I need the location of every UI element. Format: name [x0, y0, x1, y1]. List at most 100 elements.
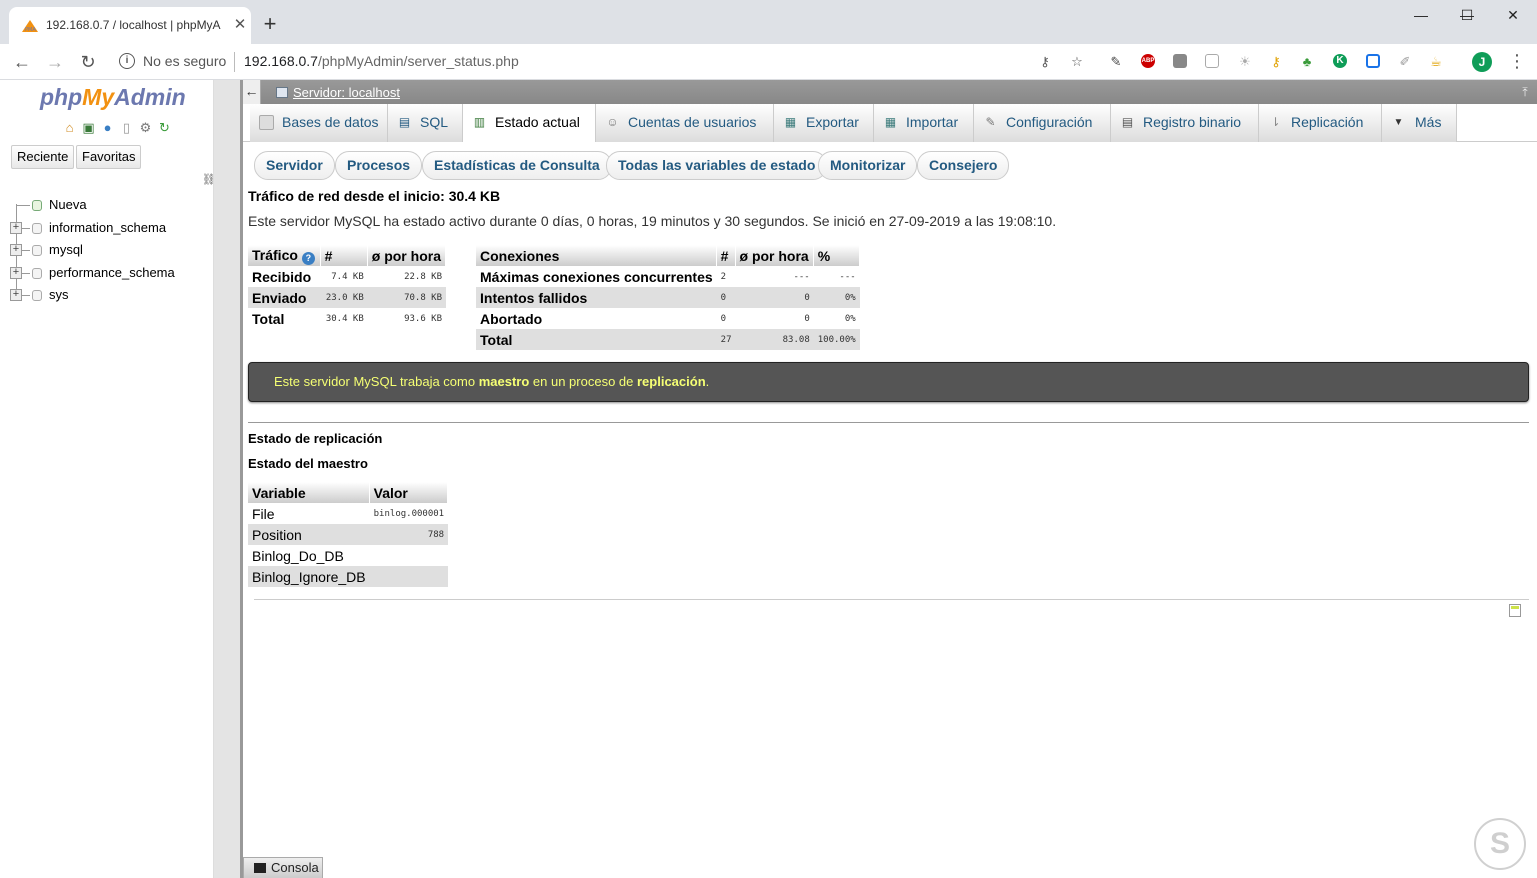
forward-button[interactable]: →	[43, 50, 67, 74]
bulb-icon[interactable]: ☀	[1236, 53, 1254, 71]
tab-close-icon[interactable]: ✕	[231, 16, 249, 34]
expand-icon[interactable]: +	[10, 244, 22, 256]
notice-text: .	[705, 374, 710, 389]
traffic-header-row: Tráfico? # ø por hora	[248, 245, 446, 266]
tree-connector	[22, 272, 30, 274]
expand-icon[interactable]: +	[10, 266, 22, 279]
help-icon[interactable]: ●	[100, 120, 115, 135]
docs-icon[interactable]: ▯	[119, 120, 134, 135]
profile-avatar[interactable]: J	[1472, 52, 1492, 72]
users-icon: ☺	[606, 115, 619, 129]
logout-icon[interactable]: ▣	[81, 120, 96, 135]
subtab-advisor[interactable]: Consejero	[917, 151, 1010, 180]
master-status-heading: Estado del maestro	[248, 456, 368, 471]
new-db-icon	[32, 200, 42, 211]
tree-item-label[interactable]: performance_schema	[49, 262, 175, 284]
subtab-monitor[interactable]: Monitorizar	[818, 151, 918, 180]
page-settings-icon[interactable]	[1509, 604, 1521, 617]
server-icon	[276, 87, 288, 98]
tab-databases[interactable]: Bases de datos	[250, 104, 388, 142]
table-row: Máximas conexiones concurrentes 2 --- --…	[476, 266, 860, 287]
expand-icon[interactable]: +	[10, 289, 22, 301]
browser-menu-icon[interactable]: ⋮	[1508, 50, 1526, 74]
subtab-query-stats[interactable]: Estadísticas de Consulta	[422, 151, 612, 180]
browser-tab[interactable]: PMA 192.168.0.7 / localhost | phpMyA ✕	[9, 7, 251, 44]
navigation-resizer[interactable]	[213, 80, 243, 878]
server-link[interactable]: Servidor: localhost	[293, 85, 400, 100]
home-icon[interactable]: ⌂	[62, 120, 77, 135]
tab-export[interactable]: ▦ Exportar	[774, 104, 874, 142]
box-icon[interactable]	[1173, 54, 1187, 68]
tree-item-label[interactable]: mysql	[49, 239, 83, 261]
count-header: #	[320, 245, 368, 266]
pen-icon[interactable]: ✎	[1107, 53, 1125, 71]
per-hour-header: ø por hora	[367, 245, 446, 266]
notice-replication: replicación	[637, 374, 706, 389]
minimize-top-icon[interactable]: ⤒	[1517, 83, 1533, 101]
row-percent: ---	[813, 266, 860, 287]
replication-icon: ⇂	[1270, 115, 1281, 129]
star-icon[interactable]: ☆	[1068, 53, 1086, 71]
tab-status[interactable]: ▥ Estado actual	[463, 104, 596, 142]
tab-settings[interactable]: ✎ Configuración	[974, 104, 1111, 142]
svg-text:PMA: PMA	[25, 27, 36, 33]
notice-text: Este servidor MySQL trabaja como	[274, 374, 479, 389]
copy-icon[interactable]	[1205, 54, 1219, 68]
key-icon[interactable]: ⚷	[1036, 53, 1054, 71]
chevron-down-icon: ▼	[1393, 117, 1404, 128]
tree-connector	[22, 227, 30, 229]
row-per-hour: 83.08	[735, 329, 814, 350]
row-count: 27	[716, 329, 736, 350]
back-button[interactable]: ←	[10, 50, 34, 74]
recent-button[interactable]: Reciente	[11, 145, 75, 169]
table-row: Total 30.4 KB 93.6 KB	[248, 308, 446, 329]
tab-label: Registro binario	[1143, 114, 1242, 130]
key-orange-icon[interactable]: ⚷	[1267, 53, 1285, 71]
pen2-icon[interactable]: ✐	[1396, 53, 1414, 71]
close-window-button[interactable]: ✕	[1490, 0, 1536, 32]
help-icon[interactable]: ?	[301, 251, 315, 265]
subtab-all-status-vars[interactable]: Todas las variables de estado	[606, 151, 828, 180]
tree-connector	[16, 205, 30, 206]
tab-label: Configuración	[1006, 114, 1093, 130]
new-tab-button[interactable]: +	[258, 12, 282, 36]
reload-button[interactable]: ↻	[76, 50, 100, 74]
tab-binary-log[interactable]: ▤ Registro binario	[1111, 104, 1259, 142]
count-header: #	[716, 245, 736, 266]
tree-item-label[interactable]: information_schema	[49, 217, 166, 239]
teapot-icon[interactable]: ☕	[1427, 53, 1445, 71]
tab-user-accounts[interactable]: ☺ Cuentas de usuarios	[596, 104, 774, 142]
expand-icon[interactable]: +	[10, 221, 22, 234]
logo-admin: Admin	[114, 84, 186, 110]
tab-label: Más	[1415, 114, 1442, 130]
favorites-button[interactable]: Favoritas	[76, 145, 142, 169]
collapse-nav-icon[interactable]: ←	[243, 80, 261, 104]
tab-sql[interactable]: ▤ SQL	[388, 104, 463, 142]
info-icon[interactable]: i	[119, 53, 135, 69]
tree-item-label[interactable]: sys	[49, 284, 69, 306]
section-divider	[248, 422, 1529, 423]
row-count: 23.0 KB	[320, 287, 368, 308]
table-row: Recibido 7.4 KB 22.8 KB	[248, 266, 446, 287]
tab-more[interactable]: ▼ Más	[1382, 104, 1457, 142]
replication-heading: Estado de replicación	[248, 431, 383, 446]
pma-logo[interactable]: phpMyAdmin	[40, 84, 186, 111]
plant-icon[interactable]: ♣	[1298, 53, 1316, 71]
variable-value	[369, 566, 449, 587]
subtab-processes[interactable]: Procesos	[335, 151, 423, 180]
reload-nav-icon[interactable]: ↻	[157, 120, 172, 135]
tab-replication[interactable]: ⇂ Replicación	[1259, 104, 1382, 142]
database-icon	[32, 245, 42, 256]
security-status[interactable]: No es seguro	[143, 53, 226, 69]
console-toggle[interactable]: Consola	[243, 857, 323, 878]
tab-import[interactable]: ▦ Importar	[874, 104, 974, 142]
adblock-icon[interactable]: ABP	[1141, 54, 1155, 68]
grid-icon[interactable]	[1366, 54, 1380, 68]
subtab-server[interactable]: Servidor	[254, 151, 335, 180]
k-icon[interactable]: K	[1333, 54, 1347, 68]
settings-icon[interactable]: ⚙	[138, 120, 153, 135]
maximize-window-button[interactable]: ☐	[1444, 0, 1490, 32]
minimize-window-button[interactable]: —	[1398, 0, 1444, 32]
tree-item-label[interactable]: Nueva	[49, 194, 87, 216]
address-bar[interactable]: 192.168.0.7/phpMyAdmin/server_status.php	[244, 53, 519, 69]
